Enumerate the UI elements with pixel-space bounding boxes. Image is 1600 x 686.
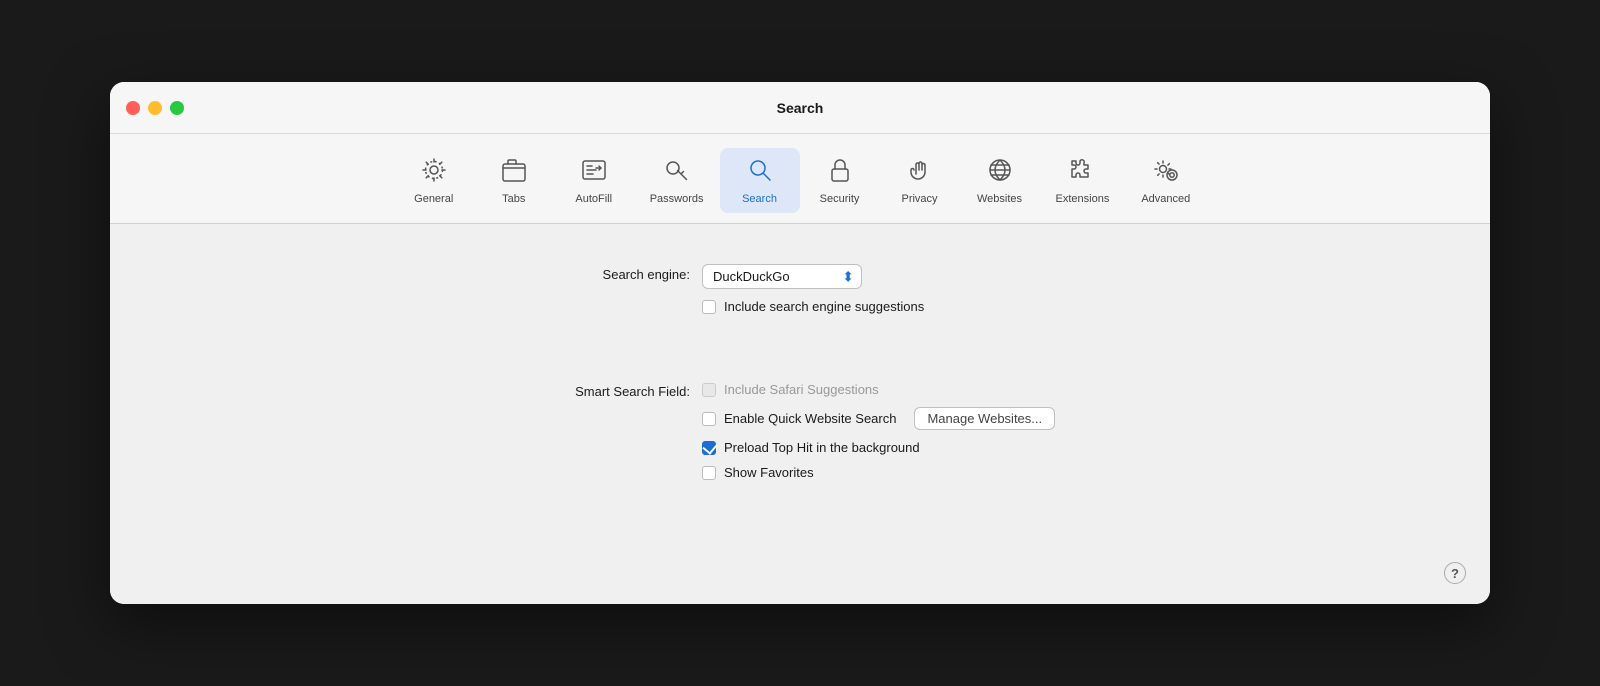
- main-window: Search General Tabs: [110, 82, 1490, 604]
- preload-top-checkbox[interactable]: [702, 441, 716, 455]
- lock-icon: [826, 156, 854, 188]
- enable-quick-label: Enable Quick Website Search: [724, 411, 896, 426]
- spacer-1: [410, 338, 690, 358]
- search-engine-dropdown-container: DuckDuckGo Google Bing Yahoo Ecosia ⬍: [702, 264, 862, 289]
- puzzle-icon: [1068, 156, 1096, 188]
- toolbar-privacy-label: Privacy: [901, 193, 937, 205]
- close-button[interactable]: [126, 101, 140, 115]
- preload-top-label: Preload Top Hit in the background: [724, 440, 920, 455]
- maximize-button[interactable]: [170, 101, 184, 115]
- settings-content: Search engine: DuckDuckGo Google Bing Ya…: [110, 224, 1490, 604]
- minimize-button[interactable]: [148, 101, 162, 115]
- toolbar-item-general[interactable]: General: [394, 148, 474, 213]
- settings-grid: Search engine: DuckDuckGo Google Bing Ya…: [410, 264, 1190, 480]
- hand-icon: [906, 156, 934, 188]
- toolbar: General Tabs AutoFill: [110, 134, 1490, 224]
- toolbar-item-privacy[interactable]: Privacy: [880, 148, 960, 213]
- toolbar-passwords-label: Passwords: [650, 193, 704, 205]
- window-controls: [126, 101, 184, 115]
- toolbar-general-label: General: [414, 193, 453, 205]
- enable-quick-checkbox[interactable]: [702, 412, 716, 426]
- toolbar-item-tabs[interactable]: Tabs: [474, 148, 554, 213]
- toolbar-tabs-label: Tabs: [502, 193, 525, 205]
- key-icon: [663, 156, 691, 188]
- window-title: Search: [777, 100, 824, 116]
- search-engine-dropdown-wrapper: DuckDuckGo Google Bing Yahoo Ecosia ⬍: [702, 264, 1190, 289]
- toolbar-autofill-label: AutoFill: [575, 193, 612, 205]
- advanced-gear-icon: [1152, 156, 1180, 188]
- include-safari-checkbox[interactable]: [702, 383, 716, 397]
- toolbar-security-label: Security: [820, 193, 860, 205]
- toolbar-item-passwords[interactable]: Passwords: [634, 148, 720, 213]
- spacer-2: [690, 338, 1190, 358]
- autofill-icon: [580, 156, 608, 188]
- include-suggestions-row: Include search engine suggestions: [702, 299, 1190, 314]
- globe-icon: [986, 156, 1014, 188]
- tabs-icon: [500, 156, 528, 188]
- toolbar-item-websites[interactable]: Websites: [960, 148, 1040, 213]
- show-favorites-row: Show Favorites: [702, 465, 1190, 480]
- preload-top-row: Preload Top Hit in the background: [702, 440, 1190, 455]
- include-suggestions-checkbox[interactable]: [702, 300, 716, 314]
- search-engine-select[interactable]: DuckDuckGo Google Bing Yahoo Ecosia: [702, 264, 862, 289]
- toolbar-item-search[interactable]: Search: [720, 148, 800, 213]
- toolbar-item-autofill[interactable]: AutoFill: [554, 148, 634, 213]
- toolbar-advanced-label: Advanced: [1141, 193, 1190, 205]
- toolbar-item-security[interactable]: Security: [800, 148, 880, 213]
- show-favorites-label: Show Favorites: [724, 465, 814, 480]
- toolbar-search-label: Search: [742, 193, 777, 205]
- smart-search-control: Include Safari Suggestions Enable Quick …: [690, 382, 1190, 480]
- toolbar-websites-label: Websites: [977, 193, 1022, 205]
- smart-search-label: Smart Search Field:: [410, 382, 690, 480]
- include-suggestions-label: Include search engine suggestions: [724, 299, 924, 314]
- search-engine-control: DuckDuckGo Google Bing Yahoo Ecosia ⬍ In…: [690, 264, 1190, 314]
- toolbar-item-advanced[interactable]: Advanced: [1125, 148, 1206, 213]
- help-button[interactable]: ?: [1444, 562, 1466, 584]
- manage-websites-button[interactable]: Manage Websites...: [914, 407, 1055, 430]
- titlebar: Search: [110, 82, 1490, 134]
- search-icon: [746, 156, 774, 188]
- enable-quick-row: Enable Quick Website Search Manage Websi…: [702, 407, 1190, 430]
- include-safari-row: Include Safari Suggestions: [702, 382, 1190, 397]
- show-favorites-checkbox[interactable]: [702, 466, 716, 480]
- include-safari-label: Include Safari Suggestions: [724, 382, 879, 397]
- toolbar-item-extensions[interactable]: Extensions: [1040, 148, 1126, 213]
- toolbar-extensions-label: Extensions: [1056, 193, 1110, 205]
- search-engine-label: Search engine:: [410, 264, 690, 314]
- gear-icon: [420, 156, 448, 188]
